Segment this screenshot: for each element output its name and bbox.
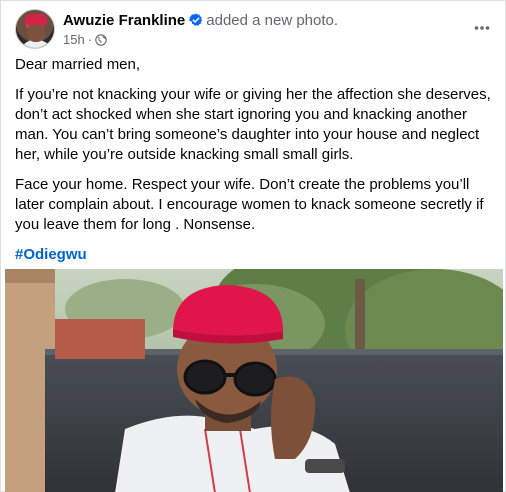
globe-icon[interactable] <box>95 33 107 46</box>
post-timestamp[interactable]: 15h <box>63 32 85 47</box>
post-message: Dear married men, If you’re not knacking… <box>15 55 497 275</box>
post-photo[interactable] <box>5 269 503 492</box>
author-avatar[interactable] <box>15 9 55 49</box>
photo-illustration <box>5 269 503 492</box>
post-paragraph: If you’re not knacking your wife or givi… <box>15 86 491 163</box>
more-options-button[interactable] <box>469 15 495 41</box>
post-meta: 15h · <box>63 32 107 47</box>
verified-badge-icon <box>189 13 203 26</box>
hashtag-link[interactable]: #Odiegwu <box>15 246 87 263</box>
post-paragraph: Face your home. Respect your wife. Don’t… <box>15 176 484 233</box>
meta-separator: · <box>87 32 93 47</box>
post-title-line: Awuzie Frankline added a new photo. <box>63 12 338 29</box>
author-name[interactable]: Awuzie Frankline <box>63 12 185 29</box>
more-options-icon <box>474 26 490 30</box>
post-card: Awuzie Frankline added a new photo. 15h ·… <box>0 0 506 492</box>
post-action-text: added a new photo. <box>206 12 339 29</box>
post-paragraph: Dear married men, <box>15 56 141 73</box>
post-header: Awuzie Frankline added a new photo. 15h · <box>15 9 495 49</box>
